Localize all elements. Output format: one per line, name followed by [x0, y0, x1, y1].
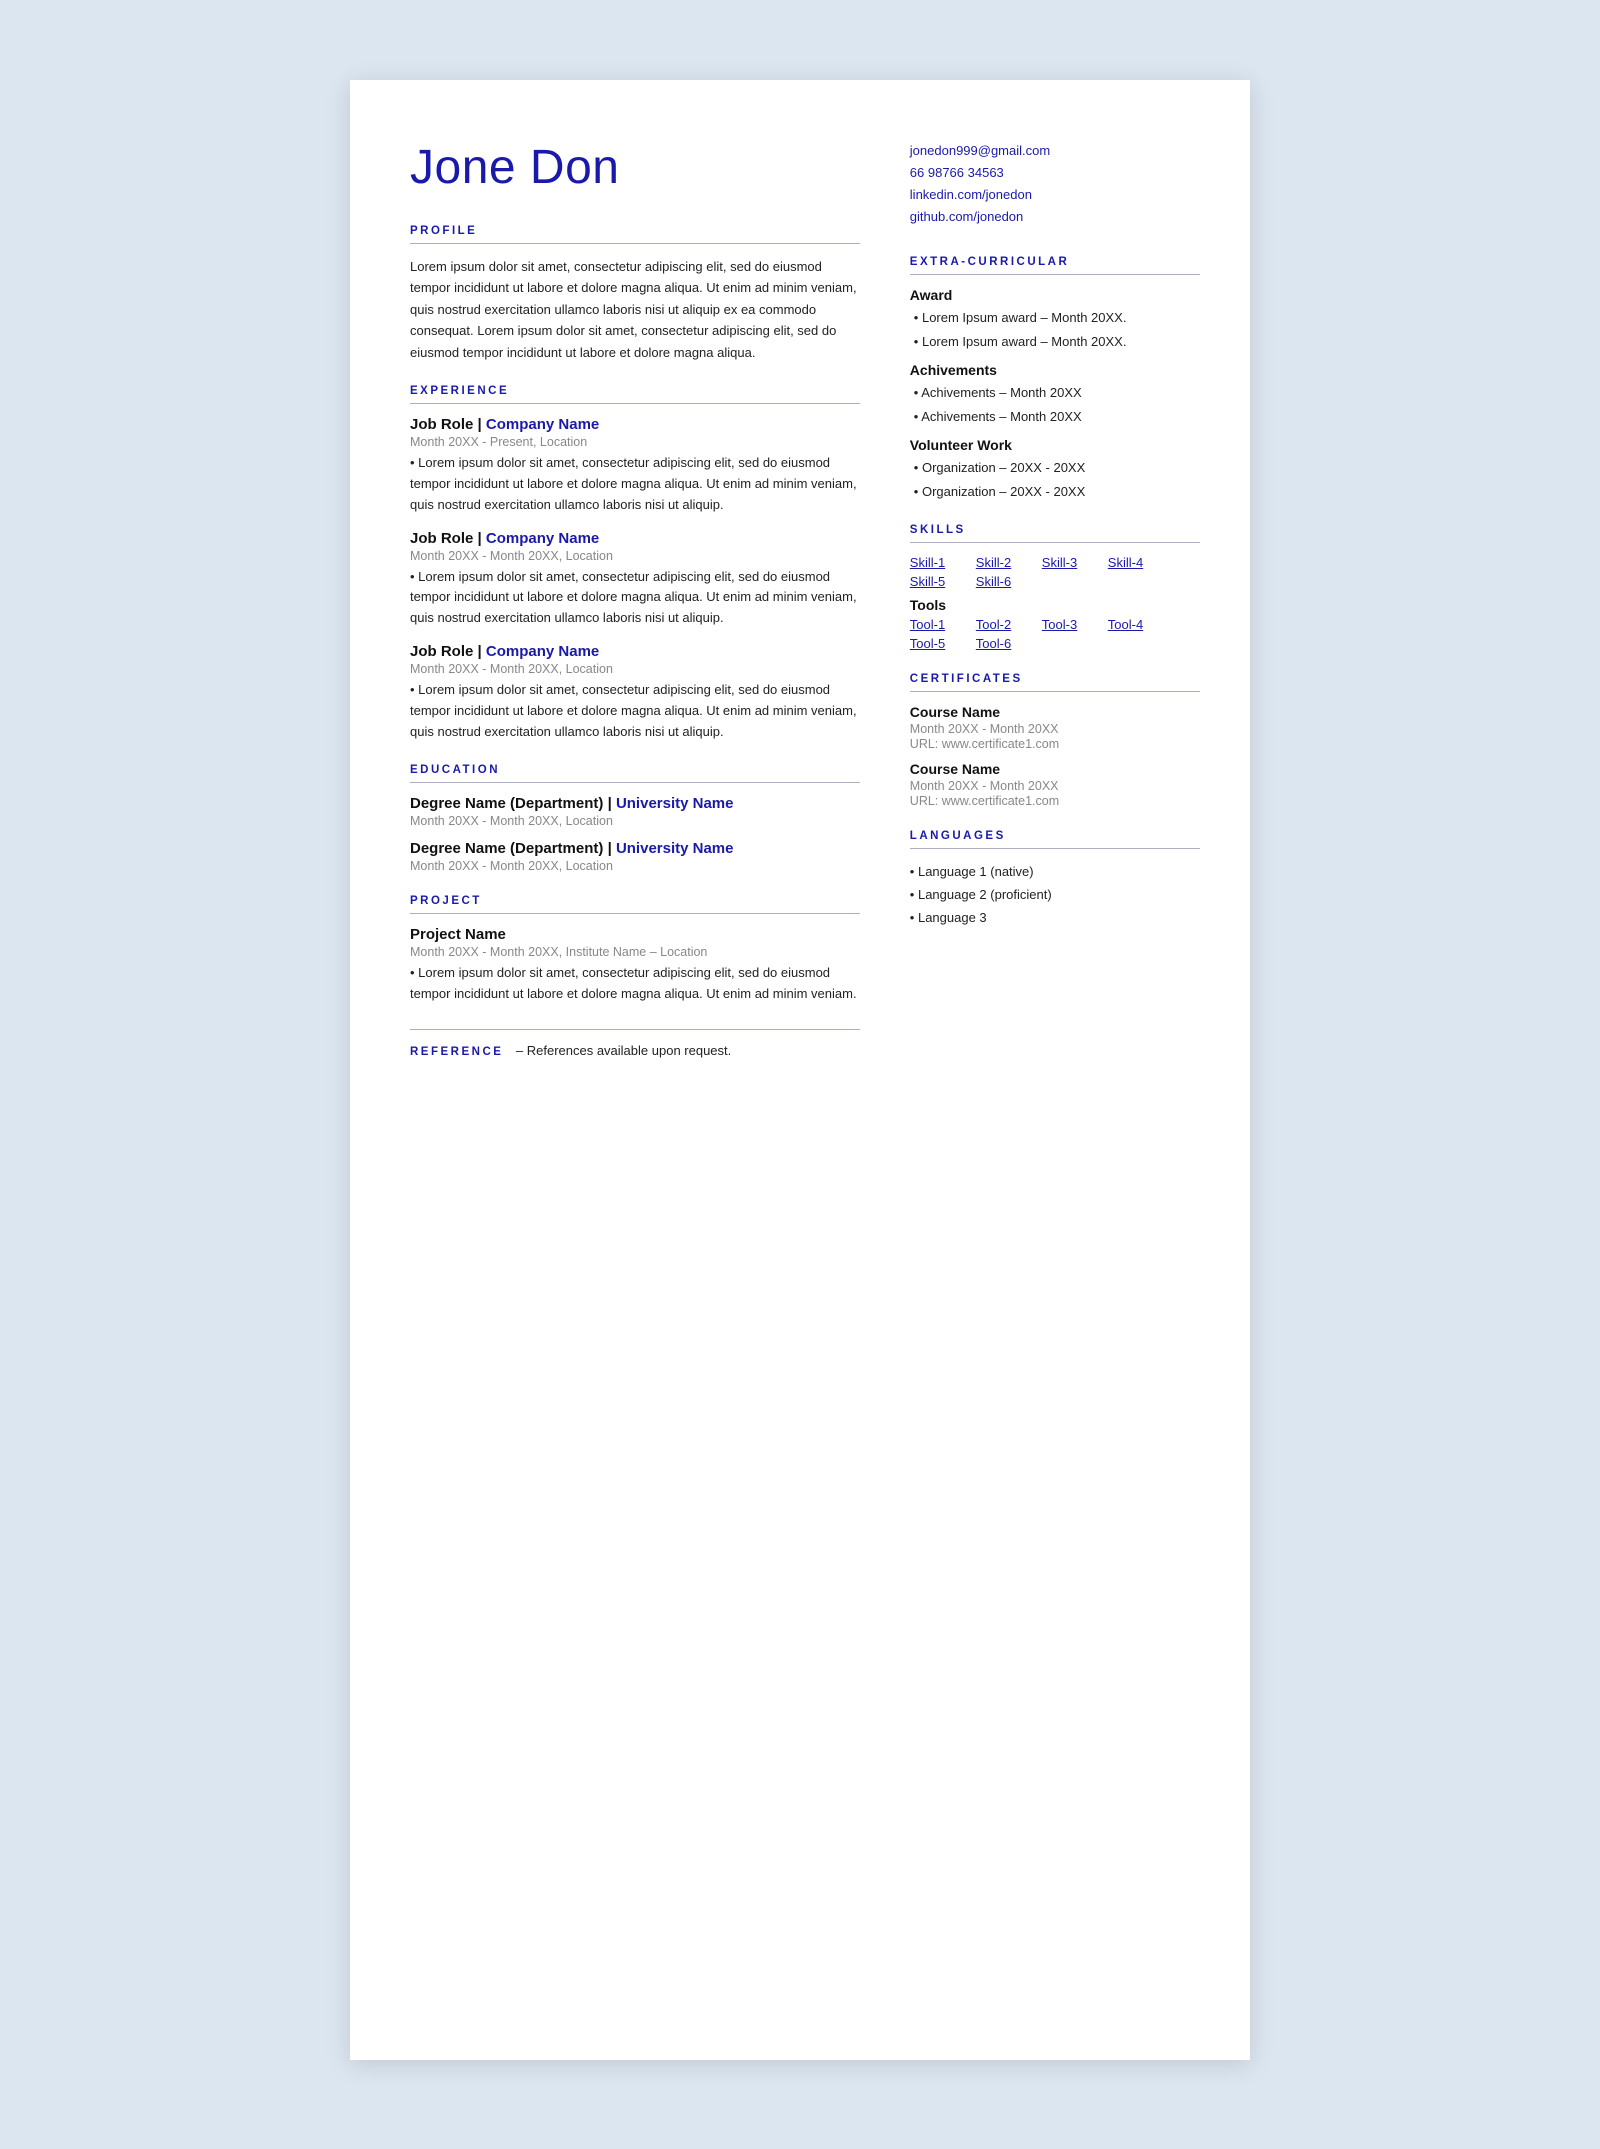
skill-5: Skill-5 [910, 574, 960, 589]
lang-1: • Language 1 (native) [910, 861, 1200, 884]
profile-section: PROFILE Lorem ipsum dolor sit amet, cons… [410, 225, 860, 363]
languages-divider [910, 848, 1200, 849]
skills-grid: Skill-1 Skill-2 Skill-3 Skill-4 Skill-5 … [910, 555, 1200, 589]
award-item-2: • Lorem Ipsum award – Month 20XX. [910, 331, 1200, 352]
cert-date-1: Month 20XX - Month 20XX [910, 722, 1200, 736]
project-date: Month 20XX - Month 20XX, Institute Name … [410, 945, 860, 959]
project-section: PROJECT Project Name Month 20XX - Month … [410, 895, 860, 1005]
lang-3: • Language 3 [910, 907, 1200, 930]
award-title: Award [910, 287, 1200, 303]
experience-section: EXPERIENCE Job Role | Company Name Month… [410, 385, 860, 742]
left-column: Jone Don PROFILE Lorem ipsum dolor sit a… [410, 140, 860, 2000]
profile-section-title: PROFILE [410, 225, 860, 237]
tool-6: Tool-6 [976, 636, 1026, 651]
cert-url-2: URL: www.certificate1.com [910, 794, 1200, 808]
certificates-section: CERTIFICATES Course Name Month 20XX - Mo… [910, 673, 1200, 808]
skill-3: Skill-3 [1042, 555, 1092, 570]
cert-entry-1: Course Name Month 20XX - Month 20XX URL:… [910, 704, 1200, 751]
volunteer-item-2: • Organization – 20XX - 20XX [910, 481, 1200, 502]
certificates-section-title: CERTIFICATES [910, 673, 1200, 685]
project-divider [410, 913, 860, 914]
lang-2: • Language 2 (proficient) [910, 884, 1200, 907]
project-name: Project Name [410, 926, 860, 943]
skills-divider [910, 542, 1200, 543]
reference-section: REFERENCE – References available upon re… [410, 1029, 860, 1060]
skill-1: Skill-1 [910, 555, 960, 570]
job-title-1: Job Role | Company Name [410, 416, 860, 433]
degree-2: Degree Name (Department) | University Na… [410, 840, 860, 857]
achievements-title: Achivements [910, 362, 1200, 378]
extra-curricular-title: EXTRA-CURRICULAR [910, 256, 1200, 268]
skill-4: Skill-4 [1108, 555, 1158, 570]
tools-label: Tools [910, 597, 1200, 613]
job-desc-1: • Lorem ipsum dolor sit amet, consectetu… [410, 453, 860, 515]
right-column: jonedon999@gmail.com 66 98766 34563 link… [900, 140, 1200, 2000]
languages-section-title: LANGUAGES [910, 830, 1200, 842]
job-title-3: Job Role | Company Name [410, 643, 860, 660]
job-date-3: Month 20XX - Month 20XX, Location [410, 662, 860, 676]
job-desc-2: • Lorem ipsum dolor sit amet, consectetu… [410, 567, 860, 629]
degree-date-2: Month 20XX - Month 20XX, Location [410, 859, 860, 873]
job-entry-2: Job Role | Company Name Month 20XX - Mon… [410, 530, 860, 629]
project-desc: • Lorem ipsum dolor sit amet, consectetu… [410, 963, 860, 1005]
extra-curricular-divider [910, 274, 1200, 275]
tool-5: Tool-5 [910, 636, 960, 651]
cert-course-1: Course Name [910, 704, 1200, 720]
skill-2: Skill-2 [976, 555, 1026, 570]
contact-github: github.com/jonedon [910, 206, 1200, 228]
job-entry-3: Job Role | Company Name Month 20XX - Mon… [410, 643, 860, 742]
volunteer-item-1: • Organization – 20XX - 20XX [910, 457, 1200, 478]
cert-url-1: URL: www.certificate1.com [910, 737, 1200, 751]
languages-section: LANGUAGES • Language 1 (native) • Langua… [910, 830, 1200, 929]
extra-curricular-section: EXTRA-CURRICULAR Award • Lorem Ipsum awa… [910, 256, 1200, 502]
achievement-item-2: • Achivements – Month 20XX [910, 406, 1200, 427]
contact-section: jonedon999@gmail.com 66 98766 34563 link… [910, 140, 1200, 228]
cert-entry-2: Course Name Month 20XX - Month 20XX URL:… [910, 761, 1200, 808]
education-section-title: EDUCATION [410, 764, 860, 776]
cert-course-2: Course Name [910, 761, 1200, 777]
candidate-name: Jone Don [410, 140, 860, 195]
achievement-item-1: • Achivements – Month 20XX [910, 382, 1200, 403]
tool-2: Tool-2 [976, 617, 1026, 632]
education-section: EDUCATION Degree Name (Department) | Uni… [410, 764, 860, 873]
tools-grid: Tool-1 Tool-2 Tool-3 Tool-4 Tool-5 Tool-… [910, 617, 1200, 651]
skills-section: SKILLS Skill-1 Skill-2 Skill-3 Skill-4 S… [910, 524, 1200, 651]
skills-section-title: SKILLS [910, 524, 1200, 536]
profile-text: Lorem ipsum dolor sit amet, consectetur … [410, 256, 860, 363]
skill-6: Skill-6 [976, 574, 1026, 589]
tool-3: Tool-3 [1042, 617, 1092, 632]
award-item-1: • Lorem Ipsum award – Month 20XX. [910, 307, 1200, 328]
job-desc-3: • Lorem ipsum dolor sit amet, consectetu… [410, 680, 860, 742]
reference-label: REFERENCE [410, 1046, 503, 1058]
job-date-1: Month 20XX - Present, Location [410, 435, 860, 449]
job-date-2: Month 20XX - Month 20XX, Location [410, 549, 860, 563]
degree-date-1: Month 20XX - Month 20XX, Location [410, 814, 860, 828]
project-section-title: PROJECT [410, 895, 860, 907]
job-entry-1: Job Role | Company Name Month 20XX - Pre… [410, 416, 860, 515]
contact-phone: 66 98766 34563 [910, 162, 1200, 184]
reference-text: – References available upon request. [516, 1043, 731, 1058]
experience-divider [410, 403, 860, 404]
contact-linkedin: linkedin.com/jonedon [910, 184, 1200, 206]
degree-entry-1: Degree Name (Department) | University Na… [410, 795, 860, 828]
degree-1: Degree Name (Department) | University Na… [410, 795, 860, 812]
tool-4: Tool-4 [1108, 617, 1158, 632]
cert-date-2: Month 20XX - Month 20XX [910, 779, 1200, 793]
tool-1: Tool-1 [910, 617, 960, 632]
volunteer-title: Volunteer Work [910, 437, 1200, 453]
degree-entry-2: Degree Name (Department) | University Na… [410, 840, 860, 873]
profile-divider [410, 243, 860, 244]
contact-email: jonedon999@gmail.com [910, 140, 1200, 162]
job-title-2: Job Role | Company Name [410, 530, 860, 547]
resume-page: Jone Don PROFILE Lorem ipsum dolor sit a… [350, 80, 1250, 2060]
certificates-divider [910, 691, 1200, 692]
experience-section-title: EXPERIENCE [410, 385, 860, 397]
education-divider [410, 782, 860, 783]
